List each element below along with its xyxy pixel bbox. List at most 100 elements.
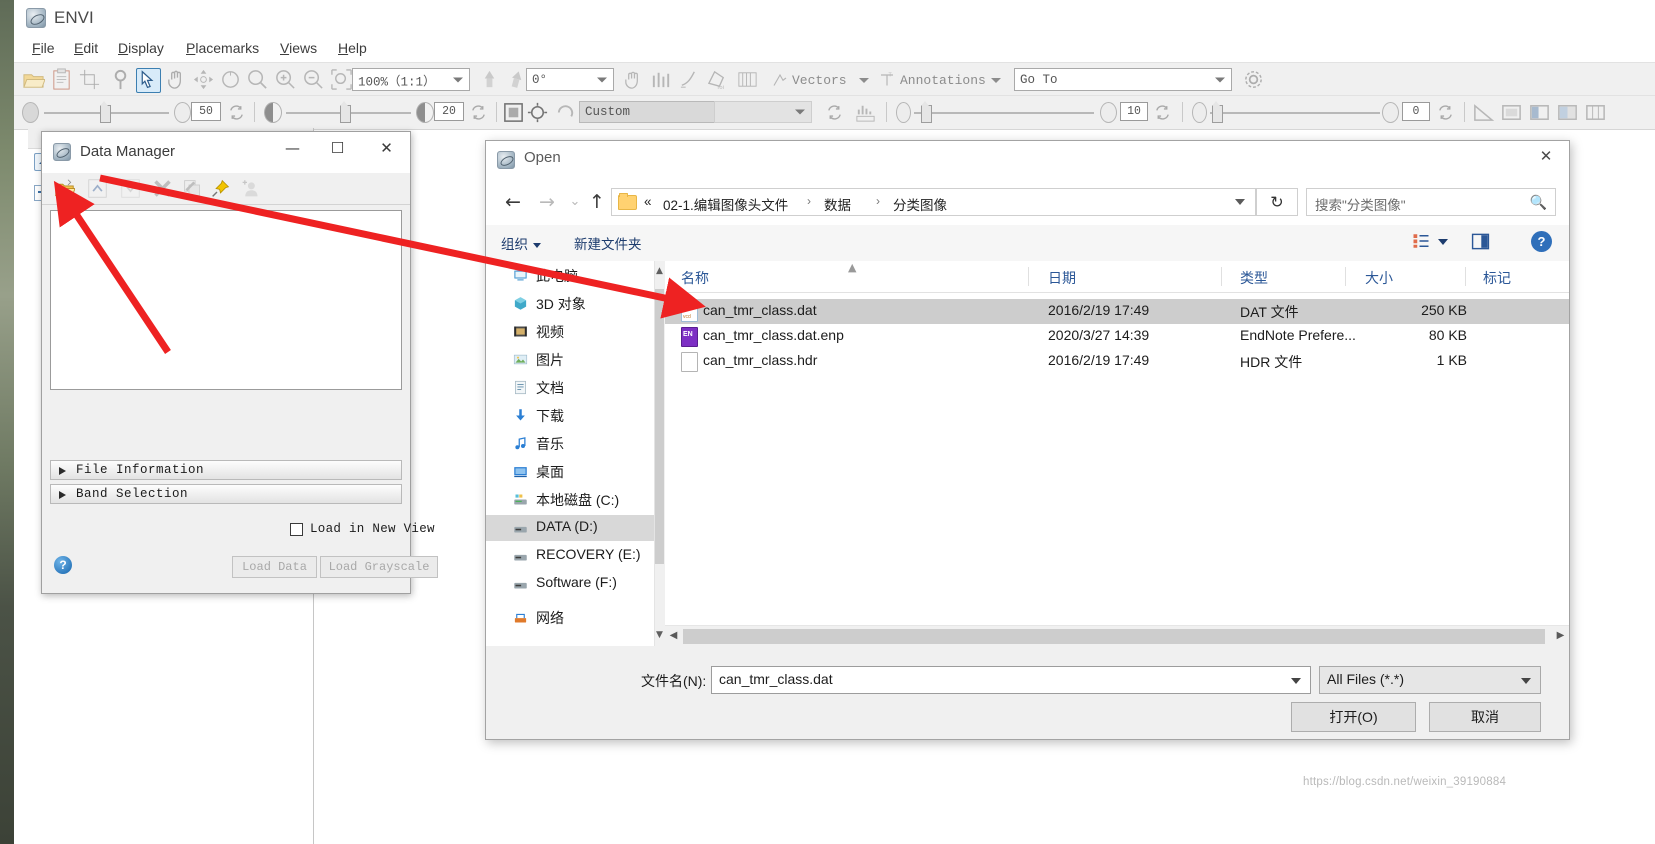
histogram-icon[interactable] — [854, 101, 877, 124]
metadata-icon[interactable] — [240, 178, 261, 199]
stretch-band-combo[interactable] — [714, 101, 812, 123]
stretch-refresh-icon[interactable] — [826, 104, 843, 121]
rotate-north-icon[interactable] — [504, 68, 527, 91]
scroll-up-icon[interactable]: ▲ — [655, 265, 664, 278]
pin-icon[interactable] — [210, 178, 231, 199]
breadcrumb-item-0[interactable]: 02-1.编辑图像头文件 — [663, 194, 788, 214]
preview-pane-icon[interactable] — [1471, 232, 1490, 251]
preferences-gear-icon[interactable] — [1242, 68, 1265, 91]
sharpen-slider-handle[interactable] — [921, 101, 932, 123]
menu-placemarks[interactable]: Placemarks — [180, 39, 265, 57]
close-all-files-icon[interactable] — [182, 178, 203, 199]
sidebar-item-this-pc[interactable]: 此电脑 — [486, 263, 654, 289]
data-manager-minimize-button[interactable]: — — [270, 132, 315, 164]
search-input[interactable]: 搜索"分类图像" 🔍 — [1306, 188, 1556, 216]
column-header-tags[interactable]: 标记 — [1483, 268, 1511, 288]
file-list-hscrollbar[interactable]: ◀ ▶ — [665, 625, 1569, 647]
view-two-panel-icon[interactable] — [1528, 101, 1551, 124]
sidebar-item-documents[interactable]: 文档 — [486, 375, 654, 401]
sidebar-item-music[interactable]: 音乐 — [486, 431, 654, 457]
transparency-value[interactable]: 0 — [1402, 102, 1430, 121]
back-button[interactable]: ← — [500, 189, 526, 215]
load-data-button[interactable]: Load Data — [232, 556, 317, 578]
load-in-new-view-checkbox[interactable] — [290, 523, 303, 536]
scroll-left-icon[interactable]: ◀ — [665, 626, 682, 646]
open-file-icon[interactable] — [22, 68, 45, 91]
vectors-caret-icon[interactable] — [859, 78, 869, 83]
menu-file[interactable]: File — [26, 39, 61, 57]
annotations-icon[interactable]: T — [878, 68, 896, 91]
measure-icon[interactable] — [678, 68, 701, 91]
column-divider[interactable] — [1028, 267, 1029, 286]
column-header-size[interactable]: 大小 — [1365, 268, 1393, 288]
annotations-caret-icon[interactable] — [991, 78, 1001, 83]
brightness-slider-handle[interactable] — [100, 101, 111, 123]
stretch-combo[interactable]: Custom — [579, 101, 729, 123]
rotate-icon[interactable] — [219, 68, 242, 91]
sidebar-item-software-f[interactable]: Software (F:) — [486, 571, 654, 597]
hscroll-thumb[interactable] — [683, 629, 1545, 644]
table-row[interactable]: can_tmr_class.dat 2016/2/19 17:49 DAT 文件… — [665, 299, 1569, 324]
zoom-fit-icon[interactable] — [246, 68, 269, 91]
scroll-down-icon[interactable]: ▼ — [655, 629, 664, 642]
sidebar-item-pictures[interactable]: 图片 — [486, 347, 654, 373]
breadcrumb-item-2[interactable]: 分类图像 — [893, 194, 947, 214]
menu-display[interactable]: Display — [112, 39, 170, 57]
view-caret-icon[interactable] — [1438, 239, 1448, 245]
forward-button[interactable]: → — [534, 189, 560, 215]
chevron-down-icon[interactable] — [1235, 199, 1245, 205]
move-down-icon[interactable] — [120, 178, 141, 199]
move-up-icon[interactable] — [87, 178, 108, 199]
column-header-type[interactable]: 类型 — [1240, 268, 1268, 288]
up-button[interactable]: ↑ — [584, 189, 610, 215]
sidebar-item-3d-objects[interactable]: 3D 对象 — [486, 291, 654, 317]
data-manager-close-button[interactable]: ✕ — [364, 132, 409, 164]
view-grid-icon[interactable] — [1584, 101, 1607, 124]
menu-views[interactable]: Views — [274, 39, 323, 57]
chevron-down-icon[interactable] — [1521, 678, 1531, 684]
menu-edit[interactable]: Edit — [68, 39, 104, 57]
column-header-name[interactable]: 名称 — [681, 268, 709, 288]
zoom-in-icon[interactable] — [274, 68, 297, 91]
contrast-reset-icon[interactable] — [470, 104, 487, 121]
pan-hand-icon[interactable] — [165, 68, 188, 91]
sharpen-slider[interactable] — [914, 112, 1094, 114]
color-table-icon[interactable] — [736, 68, 759, 91]
table-row[interactable]: can_tmr_class.hdr 2016/2/19 17:49 HDR 文件… — [665, 349, 1569, 374]
help-icon[interactable]: ? — [54, 556, 72, 574]
pin-marker-icon[interactable] — [109, 68, 132, 91]
stretch-image-icon[interactable] — [502, 101, 525, 124]
paste-icon[interactable] — [50, 68, 73, 91]
menu-help[interactable]: Help — [332, 39, 373, 57]
cancel-button[interactable]: 取消 — [1429, 702, 1541, 732]
select-cursor-tool[interactable] — [136, 68, 161, 93]
grab-hand-icon[interactable] — [622, 68, 645, 91]
table-row[interactable]: can_tmr_class.dat.enp 2020/3/27 14:39 En… — [665, 324, 1569, 349]
open-file-icon[interactable] — [54, 178, 75, 199]
stretch-region-icon[interactable] — [526, 101, 549, 124]
annotations-label[interactable]: Annotations — [900, 73, 986, 88]
organize-button[interactable]: 组织 — [501, 233, 541, 253]
view-split-icon[interactable] — [1556, 101, 1579, 124]
open-button[interactable]: 打开(O) — [1291, 702, 1416, 732]
north-up-icon[interactable] — [478, 68, 501, 91]
brightness-value[interactable]: 50 — [191, 102, 221, 121]
measure-tool-icon[interactable] — [1472, 101, 1495, 124]
column-divider[interactable] — [1465, 267, 1466, 286]
goto-combo[interactable]: Go To — [1014, 68, 1232, 91]
zoom-region-icon[interactable] — [330, 68, 353, 91]
roi-icon[interactable]: roi — [706, 68, 729, 91]
filename-input[interactable]: can_tmr_class.dat — [711, 666, 1311, 694]
vectors-label[interactable]: Vectors — [792, 73, 847, 88]
transparency-slider[interactable] — [1210, 112, 1380, 114]
sidebar-item-desktop[interactable]: 桌面 — [486, 459, 654, 485]
refresh-button[interactable]: ↻ — [1256, 188, 1298, 216]
new-folder-button[interactable]: 新建文件夹 — [574, 233, 642, 253]
column-header-date[interactable]: 日期 — [1048, 268, 1076, 288]
breadcrumb[interactable]: « 02-1.编辑图像头文件 › 数据 › 分类图像 — [611, 188, 1256, 216]
zoom-level-combo[interactable]: 100%（1:1） — [352, 68, 470, 91]
rotation-combo[interactable]: 0° — [526, 68, 614, 91]
zoom-out-icon[interactable] — [302, 68, 325, 91]
help-icon[interactable]: ? — [1531, 231, 1552, 252]
sidebar-item-downloads[interactable]: 下载 — [486, 403, 654, 429]
